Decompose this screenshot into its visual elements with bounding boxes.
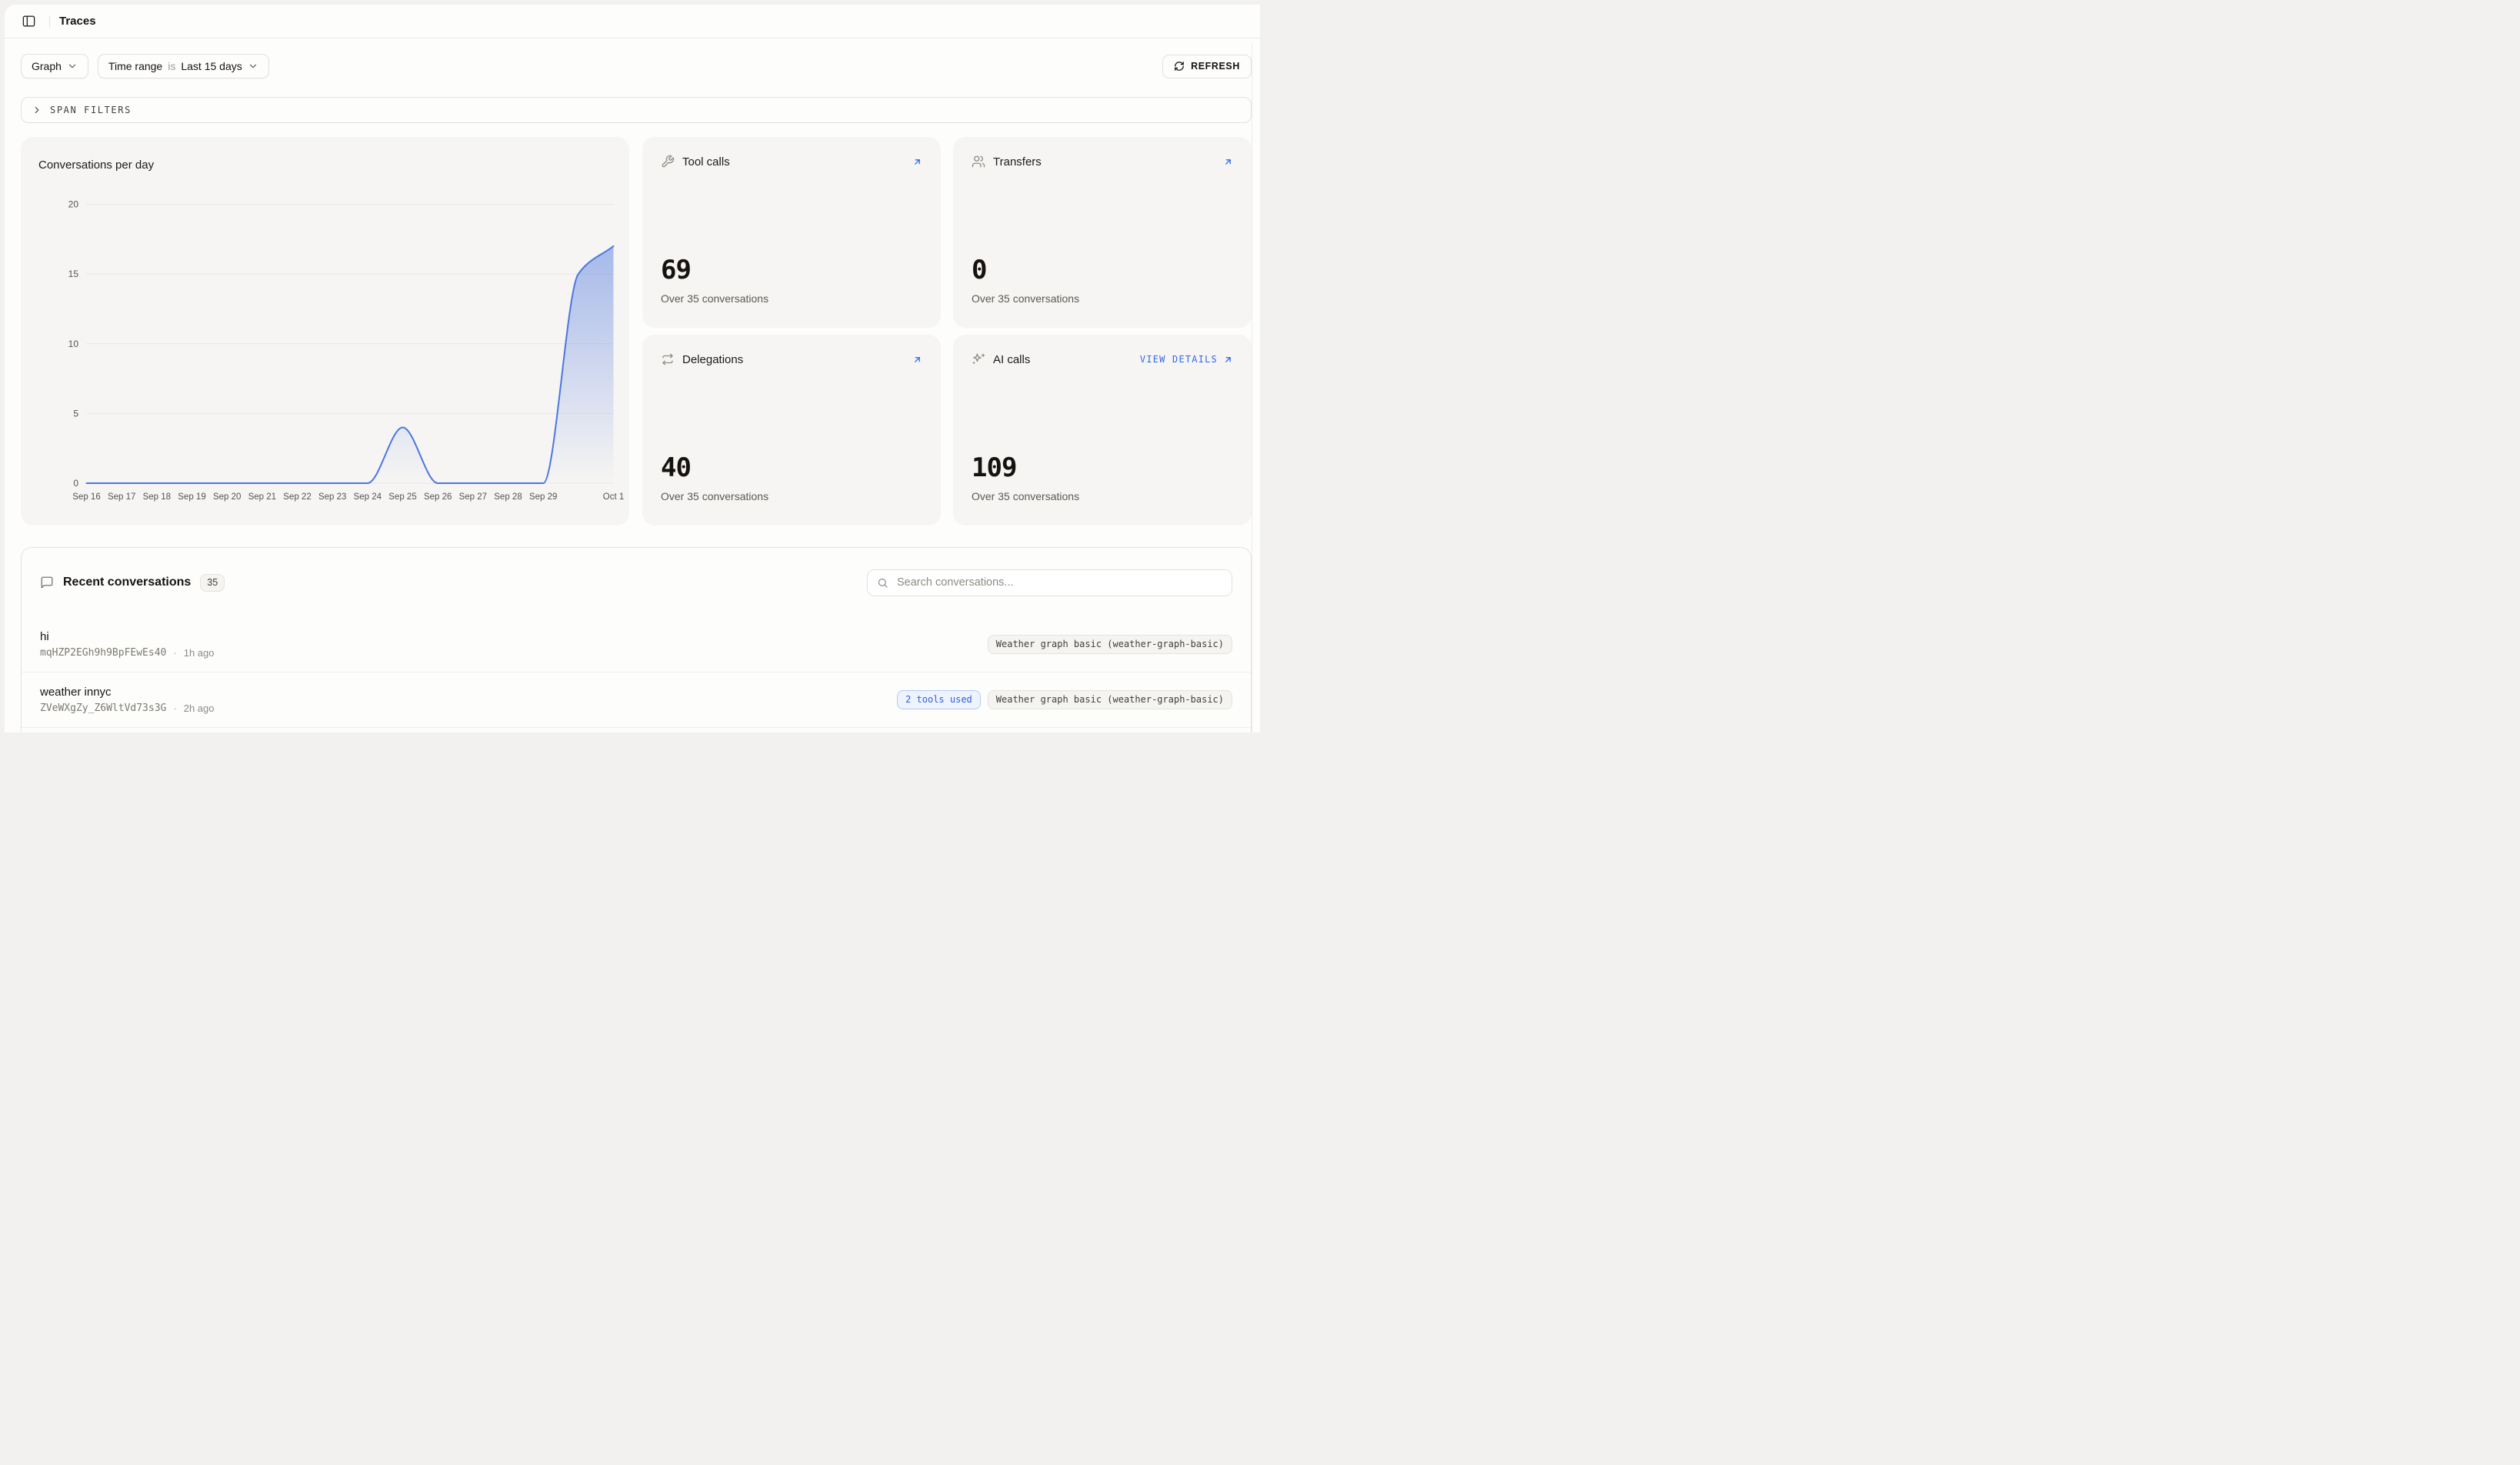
stat-card-title: Delegations xyxy=(682,353,743,366)
conversation-row[interactable]: hi mqHZP2EGh9h9BpFEwEs40 · 1h ago Weathe… xyxy=(22,617,1251,672)
view-details-link[interactable] xyxy=(907,355,922,365)
stat-subtitle: Over 35 conversations xyxy=(972,292,1233,305)
chevron-down-icon xyxy=(67,61,78,72)
stat-value: 0 xyxy=(972,257,1233,283)
arrow-up-right-icon xyxy=(912,157,922,167)
app-panel: Traces Graph Time range is Last 15 days xyxy=(5,5,1260,732)
conversation-count-badge: 35 xyxy=(200,574,225,592)
view-details-label: VIEW DETAILS xyxy=(1140,354,1218,365)
svg-text:Sep 23: Sep 23 xyxy=(318,492,346,502)
svg-text:Sep 29: Sep 29 xyxy=(529,492,557,502)
conversation-row[interactable]: weather innyc ZVeWXgZy_Z6WltVd73s3G · 2h… xyxy=(22,672,1251,728)
agent-badge: Weather graph basic (weather-graph-basic… xyxy=(988,635,1232,655)
agent-badge: Weather graph basic (weather-graph-basic… xyxy=(988,690,1232,710)
arrow-up-right-icon xyxy=(1223,355,1233,365)
recent-conversations-card: Recent conversations 35 hi mqHZP2EGh9h9B… xyxy=(21,547,1252,732)
stat-card-title: Transfers xyxy=(993,155,1042,169)
stat-card: Transfers 0 Over 35 conversations xyxy=(953,137,1252,328)
svg-text:Sep 16: Sep 16 xyxy=(72,492,100,502)
wrench-icon xyxy=(661,155,675,169)
refresh-button-label: REFRESH xyxy=(1191,61,1240,72)
message-square-icon xyxy=(40,576,54,589)
panel-left-icon xyxy=(22,14,36,28)
meta-separator: · xyxy=(173,702,176,714)
svg-text:Sep 27: Sep 27 xyxy=(459,492,487,502)
time-range-operator: is xyxy=(168,60,175,72)
conversations-per-day-card: Conversations per day 05101520Sep 16Sep … xyxy=(21,137,629,526)
conversation-badges: 2 tools used Weather graph basic (weather… xyxy=(897,690,1232,710)
stat-card-title: AI calls xyxy=(993,353,1030,366)
svg-text:15: 15 xyxy=(68,269,79,279)
tools-used-badge: 2 tools used xyxy=(897,690,981,710)
recent-conversations-title: Recent conversations xyxy=(63,576,191,589)
svg-text:0: 0 xyxy=(73,478,78,489)
view-details-link[interactable] xyxy=(1218,157,1233,167)
svg-text:Sep 25: Sep 25 xyxy=(388,492,416,502)
refresh-icon xyxy=(1174,61,1185,72)
graph-dropdown-label: Graph xyxy=(32,60,62,72)
stat-card: Tool calls 69 Over 35 conversations xyxy=(642,137,941,328)
sidebar-toggle-button[interactable] xyxy=(17,10,40,33)
conversation-id: mqHZP2EGh9h9BpFEwEs40 xyxy=(40,647,166,659)
recent-conversations-header: Recent conversations 35 xyxy=(22,548,1251,617)
stat-card: AI calls VIEW DETAILS 109 Over 35 conver… xyxy=(953,335,1252,526)
conversation-title: weather innyc xyxy=(40,686,214,699)
span-filters-label: SPAN FILTERS xyxy=(50,105,132,115)
view-details-link[interactable]: VIEW DETAILS xyxy=(1140,354,1233,365)
conversation-time: 2h ago xyxy=(184,702,215,714)
conversation-time: 1h ago xyxy=(184,647,215,659)
conversation-badges: Weather graph basic (weather-graph-basic… xyxy=(988,635,1232,655)
conversation-title: hi xyxy=(40,630,214,643)
stat-card: Delegations 40 Over 35 conversations xyxy=(642,335,941,526)
svg-text:Sep 17: Sep 17 xyxy=(108,492,135,502)
main-content: Graph Time range is Last 15 days REFRESH xyxy=(5,54,1260,732)
svg-text:10: 10 xyxy=(68,339,79,349)
stat-card-title: Tool calls xyxy=(682,155,730,169)
search-icon xyxy=(877,577,888,589)
conversation-id: ZVeWXgZy_Z6WltVd73s3G xyxy=(40,702,166,714)
search-box xyxy=(867,569,1232,596)
conversations-chart: 0 5 10 15 20 Sep 16 Sep 17 Sep 18 Sep 19 Sep 20 Se… xyxy=(21,137,629,526)
svg-text:Sep 21: Sep 21 xyxy=(248,492,276,502)
header-divider xyxy=(49,15,50,28)
search-input[interactable] xyxy=(895,576,1222,589)
svg-text:Sep 19: Sep 19 xyxy=(178,492,205,502)
stat-value: 40 xyxy=(661,455,922,481)
svg-text:5: 5 xyxy=(73,408,78,419)
stat-subtitle: Over 35 conversations xyxy=(972,490,1233,502)
svg-text:Sep 20: Sep 20 xyxy=(213,492,241,502)
time-range-filter[interactable]: Time range is Last 15 days xyxy=(98,54,269,78)
stat-subtitle: Over 35 conversations xyxy=(661,292,922,305)
top-bar: Traces xyxy=(5,5,1260,38)
view-details-link[interactable] xyxy=(907,157,922,167)
stat-value: 69 xyxy=(661,257,922,283)
conversation-list: hi mqHZP2EGh9h9BpFEwEs40 · 1h ago Weathe… xyxy=(22,617,1251,728)
stat-subtitle: Over 35 conversations xyxy=(661,490,922,502)
graph-dropdown[interactable]: Graph xyxy=(21,54,88,78)
stat-cards-grid: Tool calls 69 Over 35 conversations Tran… xyxy=(642,137,1252,526)
swap-arrows-icon xyxy=(661,352,675,366)
svg-text:Oct 1: Oct 1 xyxy=(603,492,624,502)
page-title: Traces xyxy=(59,15,96,28)
time-range-field-label: Time range xyxy=(108,60,162,72)
users-icon xyxy=(972,155,985,169)
filter-toolbar: Graph Time range is Last 15 days REFRESH xyxy=(21,54,1252,78)
svg-text:Sep 26: Sep 26 xyxy=(424,492,452,502)
chevron-down-icon xyxy=(248,61,258,72)
chevron-right-icon xyxy=(32,105,42,115)
stat-value: 109 xyxy=(972,455,1233,481)
svg-text:Sep 18: Sep 18 xyxy=(143,492,171,502)
svg-text:Sep 28: Sep 28 xyxy=(494,492,522,502)
arrow-up-right-icon xyxy=(912,355,922,365)
dashboard: Conversations per day 05101520Sep 16Sep … xyxy=(21,137,1252,526)
meta-separator: · xyxy=(173,647,176,659)
time-range-value: Last 15 days xyxy=(181,60,242,72)
svg-text:Sep 24: Sep 24 xyxy=(354,492,382,502)
svg-text:Sep 22: Sep 22 xyxy=(283,492,311,502)
arrow-up-right-icon xyxy=(1223,157,1233,167)
span-filters-toggle[interactable]: SPAN FILTERS xyxy=(21,97,1252,123)
sparkles-icon xyxy=(972,352,985,366)
svg-text:20: 20 xyxy=(68,199,79,210)
refresh-button[interactable]: REFRESH xyxy=(1162,55,1252,78)
